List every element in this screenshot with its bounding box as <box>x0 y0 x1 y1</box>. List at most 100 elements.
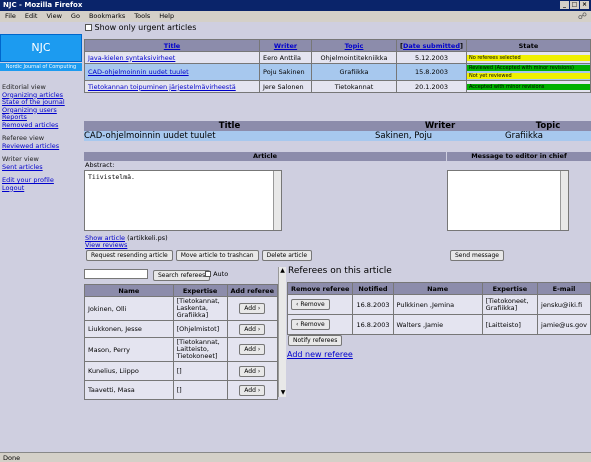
status-bar: Done <box>0 452 591 462</box>
abstract-label: Abstract: <box>85 161 115 169</box>
chevron-left-icon: ‹ <box>296 301 299 308</box>
add-referee-button[interactable]: Add › <box>239 323 266 335</box>
message-panel-header: Message to editor in chief <box>447 152 591 161</box>
candidate-expertise: [] <box>172 361 228 381</box>
article-title-link[interactable]: Tietokannan toipuminen järjestelmävirhee… <box>88 83 236 91</box>
request-resend-button[interactable]: Request resending article <box>86 250 173 261</box>
sort-topic-link[interactable]: Topic <box>345 42 364 50</box>
message-textarea[interactable] <box>447 170 569 231</box>
nav-logout[interactable]: Logout <box>2 184 24 192</box>
candidate-row: Mason, Perry [Tietokannat, Laitteisto, T… <box>84 337 279 362</box>
referee-notified: 16.8.2003 <box>352 314 394 335</box>
nav-reviewed-articles[interactable]: Reviewed articles <box>2 142 59 150</box>
menu-edit[interactable]: Edit <box>25 12 38 21</box>
chevron-right-icon: › <box>257 346 261 353</box>
logo[interactable]: NJC <box>0 34 82 62</box>
chevron-right-icon: › <box>257 386 261 394</box>
candidate-name: Taavetti, Masa <box>84 380 174 400</box>
add-referee-button[interactable]: Add › <box>239 365 266 377</box>
auto-checkbox[interactable] <box>205 271 211 277</box>
sort-date-link[interactable]: Date submitted <box>403 42 460 50</box>
scroll-down-icon[interactable]: ▼ <box>279 389 287 397</box>
window-title: NJC - Mozilla Firefox <box>3 1 83 9</box>
menu-view[interactable]: View <box>46 12 61 21</box>
article-date: 20.1.2003 <box>396 80 467 93</box>
detail-title-header: Title <box>218 121 241 131</box>
menu-help[interactable]: Help <box>159 12 174 21</box>
referee-name: Walters ,Jamie <box>392 314 483 335</box>
add-new-referee-line: Add new referee <box>287 350 353 359</box>
add-referee-button[interactable]: Add › <box>239 384 266 396</box>
window-titlebar: NJC - Mozilla Firefox _ □ × <box>0 0 591 11</box>
referee-search-input[interactable] <box>84 269 148 279</box>
auto-search: Auto <box>205 270 228 278</box>
message-scrollbar[interactable] <box>560 171 568 230</box>
page-content: NJC Nordic Journal of Computing Editoria… <box>0 22 591 452</box>
close-icon[interactable]: × <box>580 1 589 9</box>
sidebar-nav: Editorial view Organizing articles State… <box>2 83 82 192</box>
add-referee-button[interactable]: Add › <box>239 344 266 355</box>
nav-sent-articles[interactable]: Sent articles <box>2 163 43 171</box>
article-file: (artikkeli.ps) <box>127 234 168 242</box>
articles-table: Title Writer Topic [Date submitted] Stat… <box>84 39 591 93</box>
remove-referee-header: Remove referee <box>286 282 354 295</box>
chevron-right-icon: › <box>257 325 261 333</box>
candidate-expertise: [] <box>172 380 228 400</box>
referee-expertise: [Laitteisto] <box>481 314 539 335</box>
urgent-label: Show only urgent articles <box>94 23 197 32</box>
article-row: Tietokannan toipuminen järjestelmävirhee… <box>84 80 591 93</box>
referee-email-header: E-mail <box>537 282 591 295</box>
menu-bookmarks[interactable]: Bookmarks <box>89 12 125 21</box>
nav-removed-articles[interactable]: Removed articles <box>2 121 58 129</box>
add-new-referee-link[interactable]: Add new referee <box>287 350 353 359</box>
urgent-checkbox[interactable] <box>85 24 92 31</box>
menu-tools[interactable]: Tools <box>134 12 150 21</box>
referee-expertise: [Tietokoneet, Grafiikka] <box>481 294 539 315</box>
view-reviews-link[interactable]: View reviews <box>85 241 127 249</box>
referee-row: ‹ Remove 16.8.2003 Walters ,Jamie [Laitt… <box>286 314 591 335</box>
search-referees-button[interactable]: Search referees <box>153 270 211 281</box>
referee-expertise-header: Expertise <box>481 282 539 295</box>
urgent-filter: Show only urgent articles <box>85 23 196 32</box>
referee-email: jensku@iki.fi <box>537 294 591 315</box>
article-actions: Request resending article Move article t… <box>86 250 313 261</box>
menu-file[interactable]: File <box>5 12 16 21</box>
scroll-up-icon[interactable]: ▲ <box>279 267 286 275</box>
maximize-icon[interactable]: □ <box>570 1 579 9</box>
article-row-selected: CAD-ohjelmoinnin uudet tuulet Poju Sakin… <box>84 63 591 81</box>
referee-email: jamie@us.gov <box>537 314 591 335</box>
article-writer: Poju Sakinen <box>259 63 312 81</box>
chevron-right-icon: › <box>257 305 261 312</box>
remove-referee-button[interactable]: ‹ Remove <box>291 319 330 330</box>
remove-referee-button[interactable]: ‹ Remove <box>291 299 330 310</box>
article-title-link[interactable]: CAD-ohjelmoinnin uudet tuulet <box>88 68 189 76</box>
menu-go[interactable]: Go <box>71 12 80 21</box>
state-badge: Accepted with minor revisions <box>467 83 590 90</box>
abstract-textarea[interactable]: Tiivistelmä. <box>84 170 282 231</box>
sort-title-link[interactable]: Title <box>164 42 180 50</box>
detail-row: CAD-ohjelmoinnin uudet tuulet Sakinen, P… <box>84 131 591 141</box>
state-badge: Reviewed (Accepted with minor revisions) <box>467 65 590 71</box>
referee-name-header: Name <box>392 282 483 295</box>
candidate-name: Liukkonen, Jesse <box>84 320 174 338</box>
article-title-link[interactable]: Java-kielen syntaksivirheet <box>88 54 175 62</box>
sort-writer-link[interactable]: Writer <box>274 42 297 50</box>
referee-row: ‹ Remove 16.8.2003 Pulkkinen ,Jemina [Ti… <box>286 294 591 315</box>
view-reviews-line: View reviews <box>85 241 127 249</box>
referees-table: Remove referee Notified Name Expertise E… <box>286 282 591 335</box>
delete-article-button[interactable]: Delete article <box>261 250 313 261</box>
add-referee-button[interactable]: Add › <box>239 303 266 314</box>
referees-heading: Referees on this article <box>288 266 392 276</box>
move-to-trash-button[interactable]: Move article to trashcan <box>175 250 259 261</box>
candidate-expertise: [Tietokannat, Laskenta, Grafiikka] <box>172 296 228 321</box>
notify-referees-button[interactable]: Notify referees <box>288 335 343 346</box>
candidate-row: Taavetti, Masa [] Add › <box>84 380 279 400</box>
send-message-button[interactable]: Send message <box>450 250 504 261</box>
abstract-scrollbar[interactable] <box>273 171 281 230</box>
article-writer: Jere Salonen <box>259 80 312 93</box>
minimize-icon[interactable]: _ <box>560 1 569 9</box>
candidates-scrollbar[interactable]: ▲ ▼ <box>278 267 286 397</box>
auto-label: Auto <box>213 270 229 278</box>
menu-bar: File Edit View Go Bookmarks Tools Help <box>0 11 591 22</box>
article-topic: Tietokannat <box>311 80 397 93</box>
